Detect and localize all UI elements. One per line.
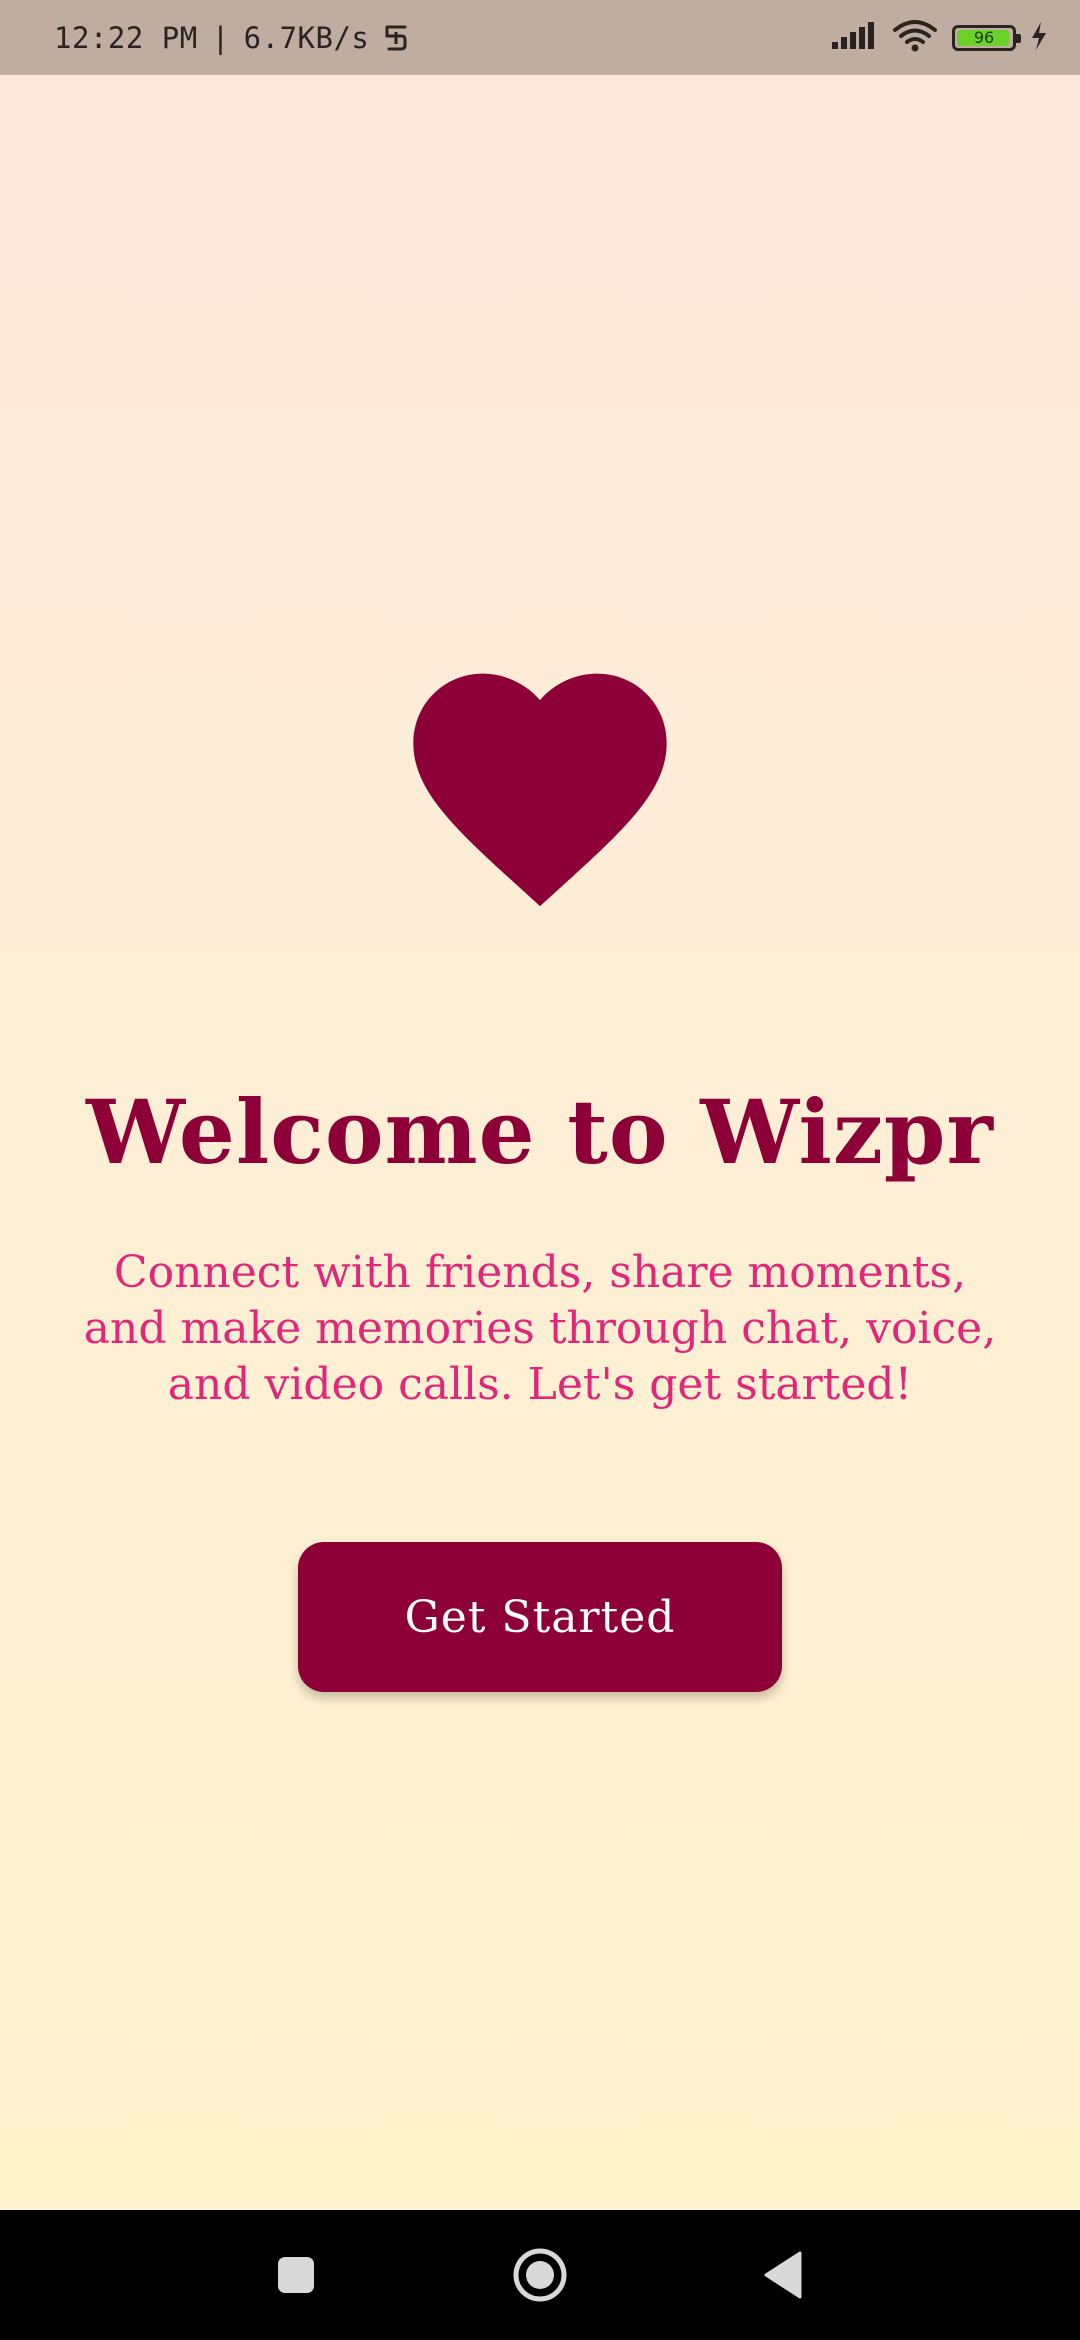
recent-apps-button[interactable] (236, 2210, 356, 2340)
status-left: 12:22 PM | 6.7KB/s (54, 0, 409, 75)
status-bar: 12:22 PM | 6.7KB/s 96 (0, 0, 1080, 75)
status-time: 12:22 PM (54, 20, 198, 55)
charging-icon (1030, 21, 1048, 55)
welcome-screen: Welcome to Wizpr Connect with friends, s… (0, 75, 1080, 2210)
square-icon (278, 2257, 314, 2293)
welcome-description: Connect with friends, share moments, and… (83, 1247, 997, 1410)
back-button[interactable] (724, 2210, 844, 2340)
get-started-button[interactable]: Get Started (298, 1542, 782, 1692)
network-speed: 6.7KB/s (243, 20, 370, 55)
back-triangle-icon (764, 2251, 802, 2299)
home-button[interactable] (480, 2210, 600, 2340)
status-separator: | (211, 20, 230, 55)
get-started-button-label: Get Started (404, 1591, 676, 1643)
data-saver-icon (383, 23, 409, 53)
navigation-bar (0, 2210, 1080, 2340)
heart-icon (413, 673, 667, 907)
status-right: 96 (830, 0, 1048, 75)
battery-level: 96 (973, 28, 995, 47)
battery-nub (1016, 33, 1021, 43)
home-circle-icon (513, 2248, 567, 2302)
battery-icon: 96 (952, 24, 1021, 51)
page-title: Welcome to Wizpr (86, 1080, 994, 1184)
wifi-icon (892, 19, 938, 57)
signal-icon (830, 21, 878, 55)
